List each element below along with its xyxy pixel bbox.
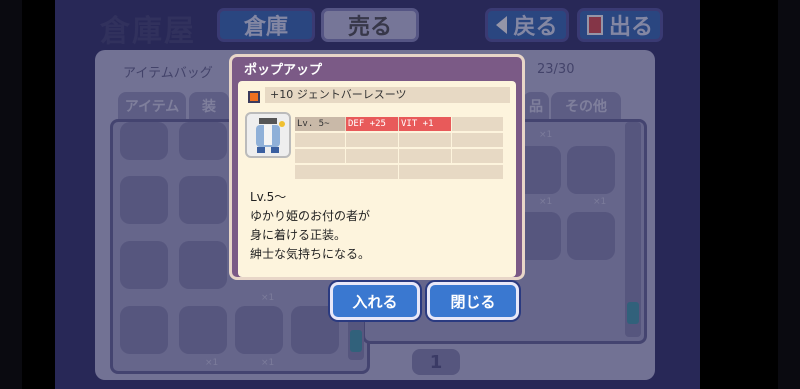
right-bezel [778, 0, 800, 389]
stat-separator [345, 149, 346, 163]
description-line: 身に着ける正装。 [250, 228, 347, 242]
stat-row: Lv. 5~ DEF +25 VIT +1 [295, 117, 503, 131]
stat-row [295, 149, 503, 163]
stat-separator [451, 133, 452, 147]
stat-row [295, 165, 503, 179]
stat-separator [398, 165, 399, 179]
suit-icon [245, 112, 291, 158]
item-popup: ポップアップ +10 ジェントバーレスーツ Lv. 5~ DEF +25 VIT [229, 54, 525, 280]
close-button[interactable]: 閉じる [427, 282, 519, 320]
stat-row [295, 133, 503, 147]
left-bezel [0, 0, 22, 389]
warehouse-scene: 倉庫屋 倉庫 売る 戻る 出る アイテムバッグ 23/30 アイテム 装 品 そ… [55, 0, 700, 389]
put-in-button[interactable]: 入れる [330, 282, 420, 320]
stat-vit: VIT +1 [399, 117, 451, 131]
description-line: ゆかり姫のお付の者が [250, 209, 371, 223]
stat-separator [345, 133, 346, 147]
stat-def: DEF +25 [346, 117, 398, 131]
game-screen: 倉庫屋 倉庫 売る 戻る 出る アイテムバッグ 23/30 アイテム 装 品 そ… [0, 0, 800, 389]
stat-separator [451, 117, 452, 131]
description-line: Lv.5～ [250, 190, 287, 204]
item-rarity-icon [248, 91, 260, 103]
popup-title: ポップアップ [244, 63, 323, 78]
stat-separator [451, 149, 452, 163]
stat-separator [398, 149, 399, 163]
description-line: 紳士な気持ちになる。 [250, 247, 371, 261]
stat-level: Lv. 5~ [295, 117, 345, 131]
item-description: Lv.5～ ゆかり姫のお付の者が 身に着ける正装。 紳士な気持ちになる。 [250, 188, 370, 264]
stat-separator [398, 133, 399, 147]
item-name: +10 ジェントバーレスーツ [265, 87, 510, 103]
